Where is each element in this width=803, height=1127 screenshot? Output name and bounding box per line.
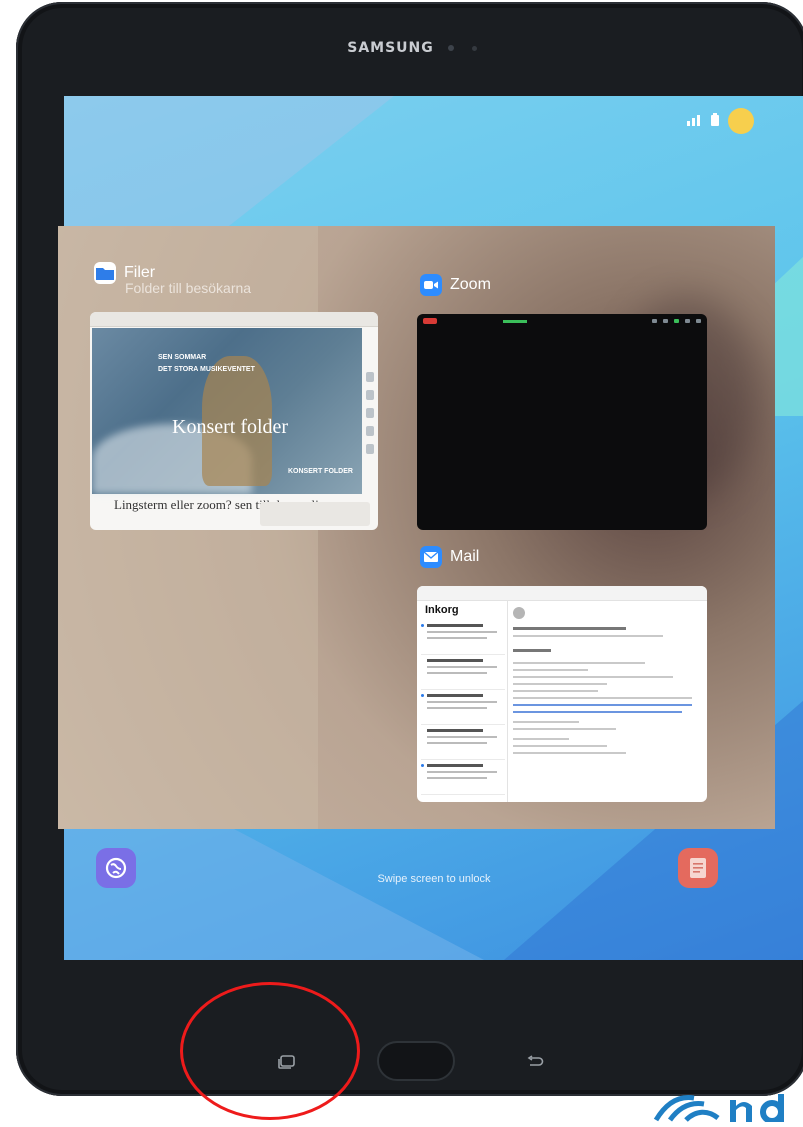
app-name-zoom: Zoom [450, 276, 491, 293]
inbox-title: Inkorg [425, 604, 459, 616]
zoom-meeting-toolbar [417, 314, 707, 328]
status-bar [686, 108, 754, 134]
folder-hero-image: SEN SOMMAR DET STORA MUSIKEVENTET KONSER… [92, 328, 362, 494]
app-name-mail: Mail [450, 548, 480, 565]
list-item [421, 620, 505, 655]
brand-logo [648, 1090, 803, 1124]
notes-shortcut-icon[interactable] [678, 848, 718, 888]
zoom-app-card[interactable] [417, 314, 707, 530]
mail-icon [420, 546, 442, 568]
list-item [421, 725, 505, 760]
app-subtitle-filer: Folder till besökarna [125, 280, 252, 296]
sensor-dot [471, 45, 477, 51]
list-item [421, 655, 505, 690]
list-item [421, 760, 505, 795]
back-button[interactable] [520, 1050, 550, 1074]
filer-header[interactable]: Filer Folder till besökarna [94, 262, 251, 296]
filer-app-card[interactable]: SEN SOMMAR DET STORA MUSIKEVENTET KONSER… [90, 312, 378, 530]
highlight-circle-annotation [180, 982, 360, 1120]
folder-hero-title: Konsert folder [172, 416, 289, 438]
side-toolbar [366, 372, 376, 492]
message-list [421, 620, 505, 795]
recording-indicator [423, 318, 437, 324]
browser-shortcut-icon[interactable] [96, 848, 136, 888]
recent-apps-overlay: Filer Folder till besökarna SEN SOMMAR D… [58, 226, 775, 829]
signal-icon [686, 114, 702, 129]
zoom-icon [420, 274, 442, 296]
back-icon [527, 1055, 544, 1066]
list-item [421, 690, 505, 725]
mail-app-card[interactable]: Inkorg [417, 586, 707, 802]
sender-avatar [513, 606, 525, 619]
mail-header[interactable]: Mail [420, 546, 479, 568]
battery-icon [710, 112, 720, 130]
folder-icon [94, 262, 116, 284]
message-reader [513, 604, 701, 754]
zoom-header[interactable]: Zoom [420, 274, 491, 296]
camera-dot [447, 45, 454, 51]
brand-label: SAMSUNG [16, 40, 803, 56]
user-avatar[interactable] [728, 108, 754, 134]
home-button[interactable] [377, 1041, 455, 1081]
browser-toolbar [90, 312, 378, 327]
